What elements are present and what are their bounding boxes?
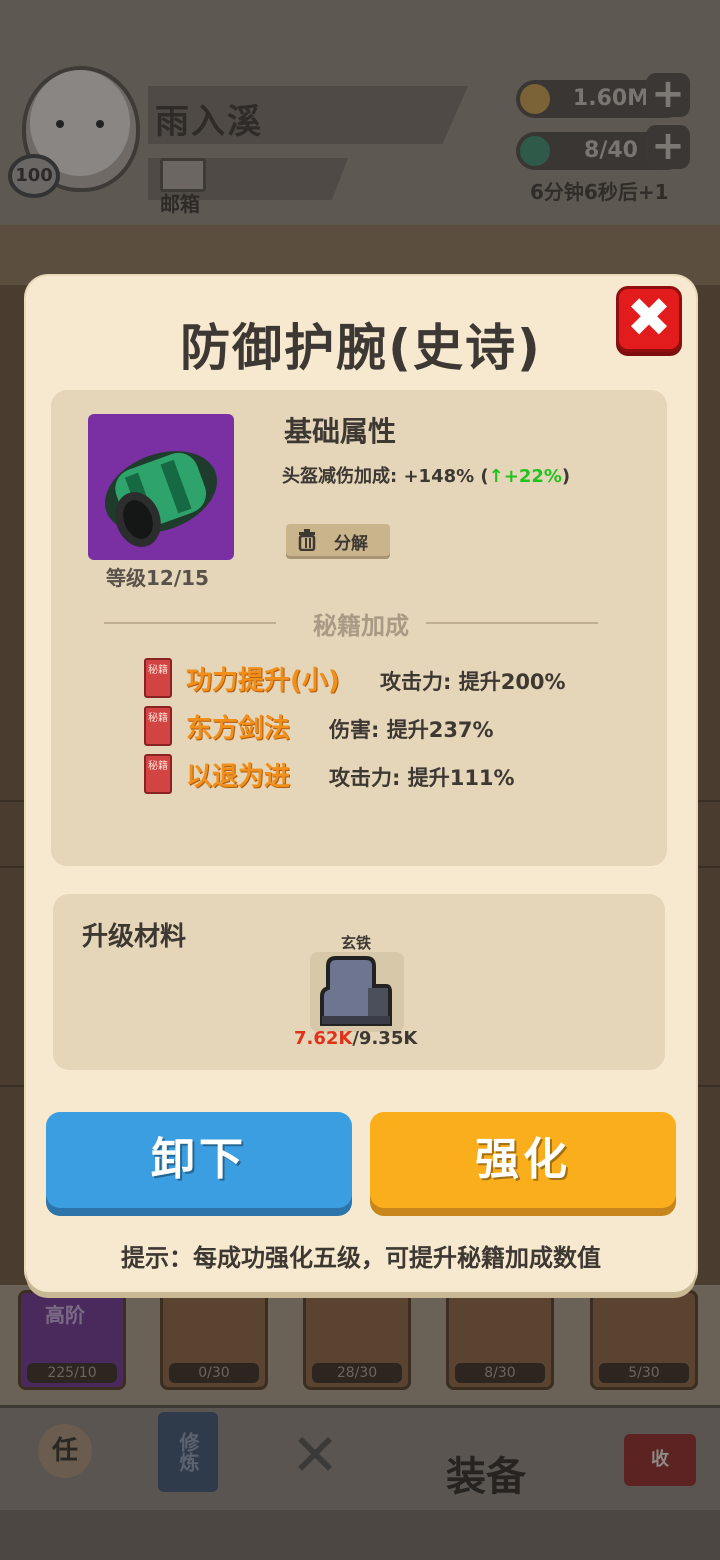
nav-train[interactable]: 修炼 bbox=[140, 1410, 240, 1500]
card-tier-label: 高阶 bbox=[45, 1303, 85, 1327]
secret-book-icon: 秘籍 bbox=[144, 658, 172, 698]
equipment-card[interactable]: 0/30 bbox=[160, 1290, 268, 1390]
gold-coin-icon bbox=[520, 84, 550, 114]
card-count: 8/30 bbox=[455, 1363, 545, 1383]
mail-label[interactable]: 邮箱 bbox=[160, 188, 200, 217]
collection-icon: 收 bbox=[624, 1434, 696, 1486]
base-stat-line: 头盔减伤加成: +148% (↑+22%) bbox=[282, 462, 570, 488]
system-bar bbox=[0, 1510, 720, 1560]
equipment-card[interactable]: 8/30 bbox=[446, 1290, 554, 1390]
secret-book-icon: 秘籍 bbox=[144, 754, 172, 794]
energy-regen-timer: 6分钟6秒后+1 bbox=[530, 180, 669, 204]
material-count: 7.62K/9.35K bbox=[294, 1028, 417, 1049]
nav-collect[interactable]: 收 bbox=[610, 1410, 710, 1500]
iron-ore-icon bbox=[320, 956, 392, 1026]
material-required: /9.35K bbox=[352, 1028, 418, 1049]
skill-effect: 伤害: 提升237% bbox=[329, 718, 494, 742]
material-name: 玄铁 bbox=[340, 934, 371, 952]
nav-battle[interactable]: ✕ bbox=[262, 1410, 362, 1500]
item-icon-frame bbox=[88, 414, 234, 560]
skill-bonus-row: 秘籍 以退为进 攻击力: 提升111% bbox=[144, 754, 664, 794]
base-attributes-title: 基础属性 bbox=[284, 415, 397, 448]
skill-bonus-row: 秘籍 功力提升(小) 攻击力: 提升200% bbox=[144, 658, 664, 698]
eye-icon bbox=[96, 120, 104, 128]
bracer-icon bbox=[104, 451, 218, 547]
card-count: 5/30 bbox=[599, 1363, 689, 1383]
skill-bonus-row: 秘籍 东方剑法 伤害: 提升237% bbox=[144, 706, 664, 746]
base-stat-suffix: ) bbox=[561, 466, 571, 487]
skill-effect: 攻击力: 提升111% bbox=[329, 766, 515, 790]
material-owned: 7.62K bbox=[294, 1028, 353, 1049]
skill-name: 以退为进 bbox=[186, 762, 291, 792]
equipment-card[interactable]: 28/30 bbox=[303, 1290, 411, 1390]
nav-task[interactable]: 任 bbox=[14, 1410, 114, 1500]
material-slot[interactable] bbox=[310, 952, 404, 1032]
skill-effect: 攻击力: 提升200% bbox=[380, 670, 566, 694]
decompose-label: 分解 bbox=[334, 534, 368, 554]
decompose-button[interactable]: 分解 bbox=[286, 524, 390, 556]
card-count: 0/30 bbox=[169, 1363, 259, 1383]
player-level-badge: 100 bbox=[8, 154, 60, 198]
unequip-button[interactable]: 卸下 bbox=[46, 1112, 352, 1208]
card-count: 28/30 bbox=[312, 1363, 402, 1383]
skill-name: 东方剑法 bbox=[186, 714, 291, 744]
player-name: 雨入溪 bbox=[155, 102, 263, 142]
trash-icon bbox=[298, 529, 316, 551]
close-button[interactable]: ✖ bbox=[616, 286, 682, 352]
equipment-card[interactable]: 高阶 225/10 bbox=[18, 1290, 126, 1390]
add-gold-button[interactable]: + bbox=[646, 73, 690, 117]
upgrade-tip: 提示：每成功强化五级，可提升秘籍加成数值 bbox=[121, 1244, 601, 1272]
crossed-swords-icon: ✕ bbox=[290, 1421, 340, 1489]
card-count: 225/10 bbox=[27, 1363, 117, 1383]
base-stat-text: 头盔减伤加成: +148% ( bbox=[282, 466, 489, 487]
task-scroll-icon: 任 bbox=[38, 1424, 92, 1478]
eye-icon bbox=[56, 120, 64, 128]
nav-equip[interactable]: 装备 bbox=[446, 1444, 526, 1502]
mail-icon[interactable] bbox=[160, 158, 206, 192]
item-level-label: 等级12/15 bbox=[106, 566, 209, 590]
train-book-icon: 修炼 bbox=[158, 1412, 218, 1492]
upgrade-button[interactable]: 强化 bbox=[370, 1112, 676, 1208]
stat-increase: ↑+22% bbox=[488, 466, 562, 487]
equipment-card[interactable]: 5/30 bbox=[590, 1290, 698, 1390]
skill-name: 功力提升(小) bbox=[186, 666, 340, 696]
secret-bonus-title: 秘籍加成 bbox=[313, 612, 409, 640]
add-energy-button[interactable]: + bbox=[646, 125, 690, 169]
dialog-title: 防御护腕(史诗) bbox=[180, 319, 542, 377]
item-detail-dialog: 防御护腕(史诗) ✖ 等级12/15 基础属性 头盔减伤加成: +148% (↑… bbox=[26, 276, 696, 1292]
secret-book-icon: 秘籍 bbox=[144, 706, 172, 746]
energy-gem-icon bbox=[520, 136, 550, 166]
